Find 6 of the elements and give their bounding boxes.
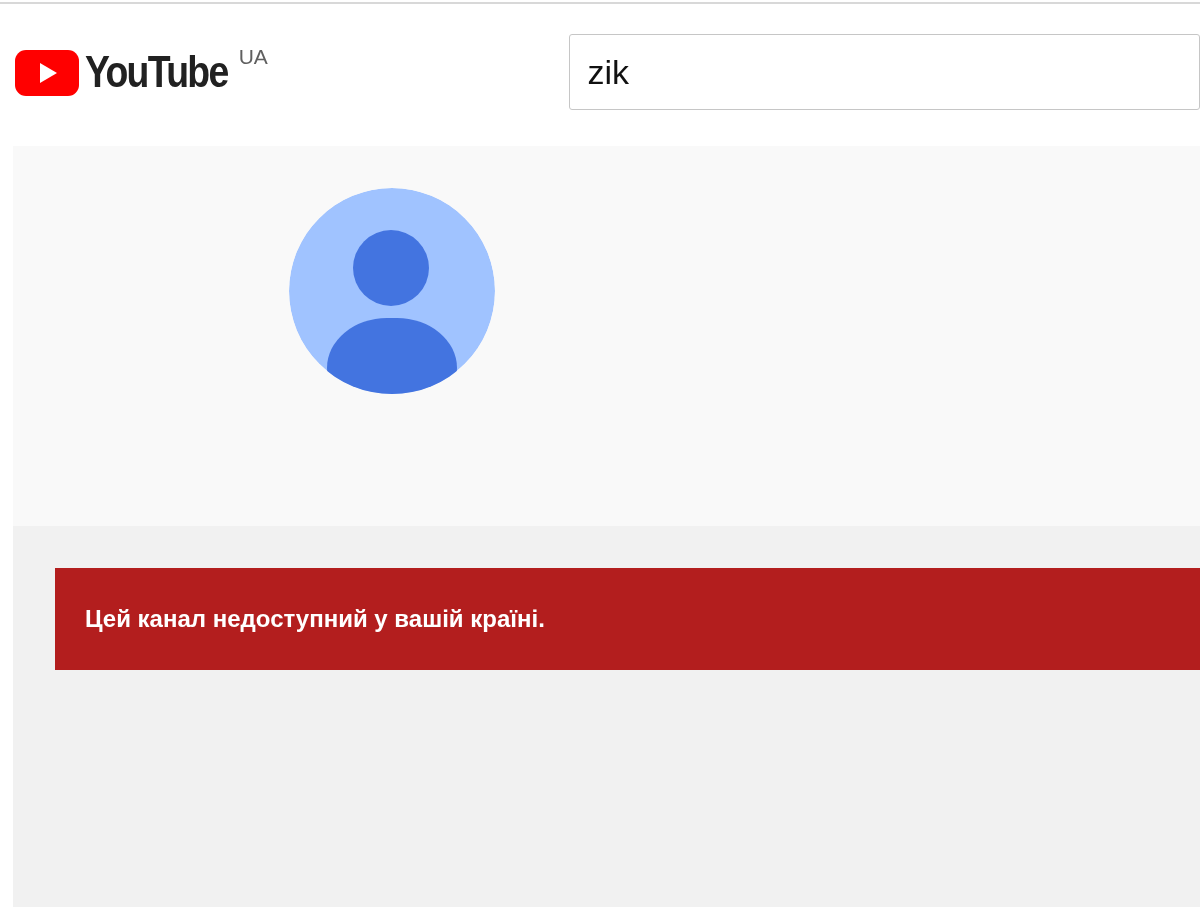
avatar-icon xyxy=(289,188,495,394)
alert-message: Цей канал недоступний у вашій країні. xyxy=(85,604,545,634)
logo-wordmark[interactable]: YouTube xyxy=(85,42,228,102)
youtube-logo-icon xyxy=(15,50,79,96)
country-code: UA xyxy=(238,46,268,67)
search-field[interactable]: zik xyxy=(569,34,1200,110)
